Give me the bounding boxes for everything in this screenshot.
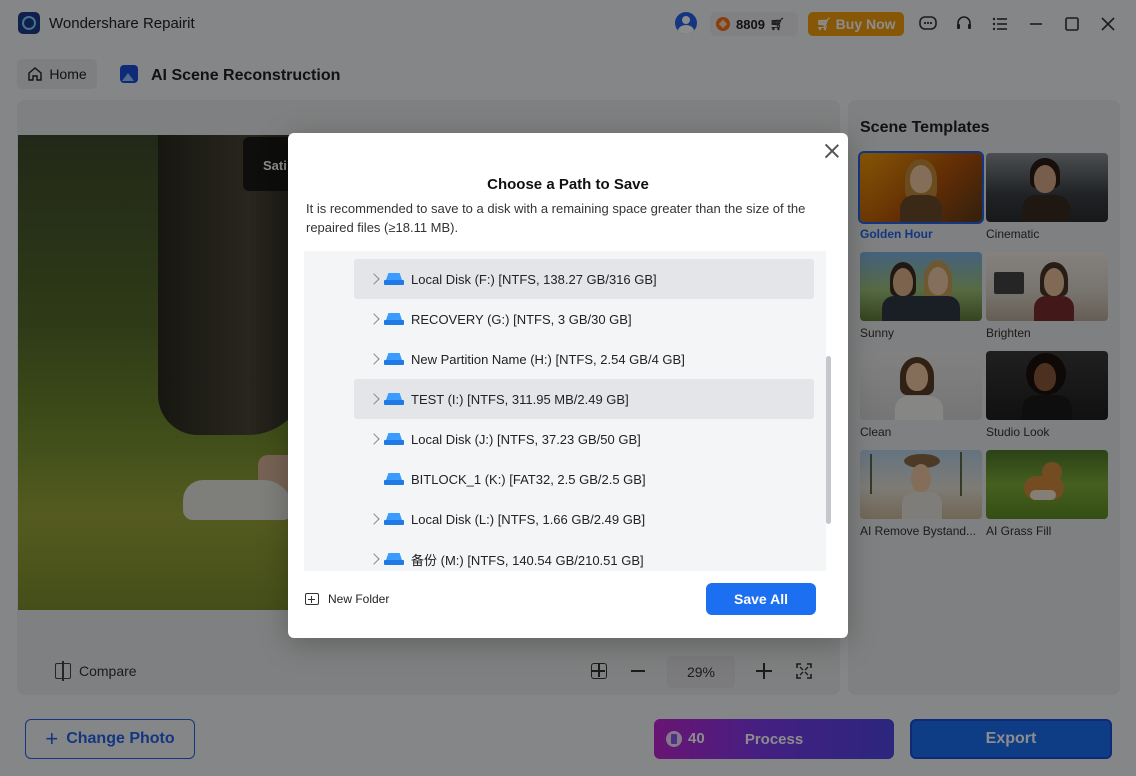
disk-icon: [384, 353, 404, 365]
disk-label: BITLOCK_1 (K:) [FAT32, 2.5 GB/2.5 GB]: [411, 471, 646, 487]
disk-icon: [384, 553, 404, 565]
disk-row-k[interactable]: BITLOCK_1 (K:) [FAT32, 2.5 GB/2.5 GB]: [354, 459, 814, 499]
new-folder-label: New Folder: [328, 592, 390, 606]
disk-label: New Partition Name (H:) [NTFS, 2.54 GB/4…: [411, 351, 685, 367]
expand-chevron-icon[interactable]: [368, 313, 380, 325]
disk-row-g[interactable]: RECOVERY (G:) [NTFS, 3 GB/30 GB]: [354, 299, 814, 339]
disk-icon: [384, 513, 404, 525]
save-all-button[interactable]: Save All: [706, 583, 816, 615]
new-folder-icon: [305, 593, 319, 605]
disk-label: Local Disk (F:) [NTFS, 138.27 GB/316 GB]: [411, 271, 657, 287]
disk-label: 备份 (M:) [NTFS, 140.54 GB/210.51 GB]: [411, 552, 644, 568]
disk-tree: Local Disk (F:) [NTFS, 138.27 GB/316 GB]…: [304, 251, 826, 571]
expand-chevron-icon[interactable]: [368, 513, 380, 525]
disk-row-i[interactable]: TEST (I:) [NTFS, 311.95 MB/2.49 GB]: [354, 379, 814, 419]
disk-icon: [384, 433, 404, 445]
disk-row-h[interactable]: New Partition Name (H:) [NTFS, 2.54 GB/4…: [354, 339, 814, 379]
new-folder-button[interactable]: New Folder: [305, 592, 389, 606]
disk-label: TEST (I:) [NTFS, 311.95 MB/2.49 GB]: [411, 391, 629, 407]
disk-label: Local Disk (L:) [NTFS, 1.66 GB/2.49 GB]: [411, 511, 646, 527]
expand-chevron-icon[interactable]: [368, 273, 380, 285]
disk-icon: [384, 393, 404, 405]
disk-icon: [384, 313, 404, 325]
disk-row-j[interactable]: Local Disk (J:) [NTFS, 37.23 GB/50 GB]: [354, 419, 814, 459]
expand-chevron-icon[interactable]: [368, 393, 380, 405]
disk-icon: [384, 473, 404, 485]
disk-row-f[interactable]: Local Disk (F:) [NTFS, 138.27 GB/316 GB]: [354, 259, 814, 299]
dialog-title: Choose a Path to Save: [487, 176, 649, 193]
expand-chevron-icon[interactable]: [368, 553, 380, 565]
save-path-dialog: Choose a Path to Save It is recommended …: [288, 133, 848, 638]
scrollbar-thumb[interactable]: [826, 356, 831, 524]
disk-icon: [384, 273, 404, 285]
dialog-description: It is recommended to save to a disk with…: [306, 201, 806, 235]
disk-label: Local Disk (J:) [NTFS, 37.23 GB/50 GB]: [411, 431, 641, 447]
expand-chevron-icon[interactable]: [368, 353, 380, 365]
expand-chevron-icon[interactable]: [368, 433, 380, 445]
disk-label: RECOVERY (G:) [NTFS, 3 GB/30 GB]: [411, 311, 632, 327]
disk-row-l[interactable]: Local Disk (L:) [NTFS, 1.66 GB/2.49 GB]: [354, 499, 814, 539]
disk-row-m[interactable]: 备份 (M:) [NTFS, 140.54 GB/210.51 GB]: [354, 539, 814, 571]
close-icon[interactable]: [823, 142, 841, 160]
